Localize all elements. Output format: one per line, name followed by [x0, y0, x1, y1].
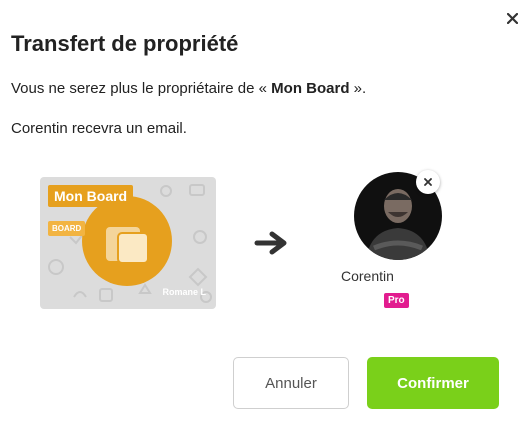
close-icon — [506, 12, 518, 24]
board-name-label: Mon Board — [48, 185, 134, 207]
remove-recipient-button[interactable] — [416, 170, 440, 194]
ownership-message: Vous ne serez plus le propriétaire de « … — [11, 80, 366, 97]
pro-badge: Pro — [384, 293, 409, 308]
cancel-button[interactable]: Annuler — [233, 357, 349, 409]
arrow-right-icon — [254, 231, 287, 255]
board-owner-label: Romane L — [162, 287, 206, 297]
ownership-message-prefix: Vous ne serez plus le propriétaire de « — [11, 80, 272, 97]
recipient-avatar-container — [354, 170, 442, 260]
board-name-text: Mon Board — [271, 80, 350, 97]
confirm-button[interactable]: Confirmer — [367, 357, 499, 409]
board-type-tag: BOARD — [48, 221, 86, 236]
dialog-close-button[interactable] — [502, 8, 522, 28]
ownership-message-suffix: ». — [349, 80, 367, 97]
remove-user-icon — [424, 178, 432, 186]
board-thumbnail: Mon Board BOARD Romane L — [40, 177, 216, 309]
email-notice: Corentin recevra un email. — [11, 120, 187, 137]
recipient-name: Corentin — [341, 268, 394, 284]
dialog-title: Transfert de propriété — [11, 31, 239, 56]
